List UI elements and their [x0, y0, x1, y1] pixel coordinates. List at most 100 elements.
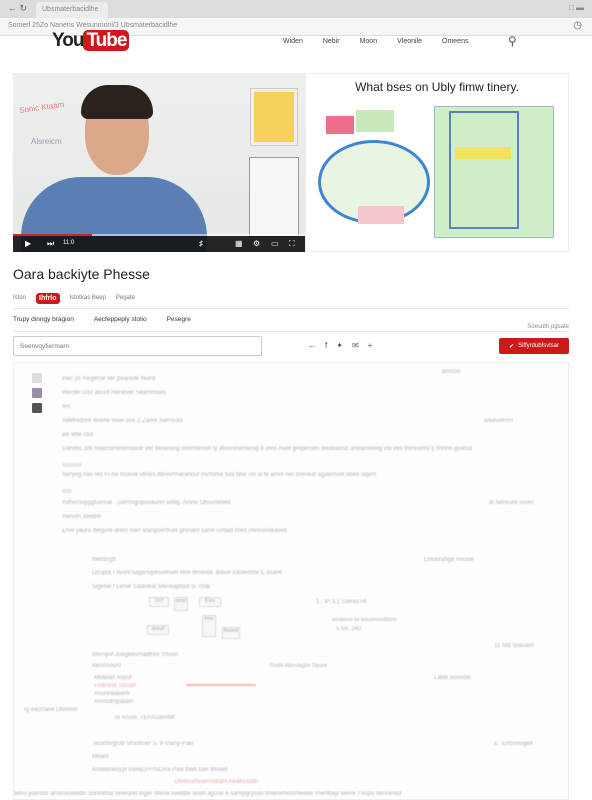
thread-meta: s.. Entreeugelr — [494, 741, 534, 747]
red-link[interactable]: Dfeesurtwaemfelahl Aeaesasbh — [174, 779, 258, 785]
plus-icon[interactable]: + — [368, 341, 373, 350]
share-icons: ← f ✦ ✉ + — [308, 341, 372, 350]
sketch-highlight — [455, 147, 511, 159]
channel-badge[interactable]: Ihfrlo — [36, 292, 60, 304]
thread-meta: Lalibi sosodte — [434, 675, 471, 681]
next-icon[interactable]: ⏭ — [47, 239, 54, 249]
presentation-slide: What bses on Ubly fimw tinery. — [305, 73, 569, 252]
facebook-icon[interactable]: f — [325, 341, 327, 350]
comment-text: Be wbe cluf — [62, 432, 94, 438]
email-icon[interactable]: ✉ — [352, 341, 359, 350]
player-row: Sonic Ktaam Alsreicm ▶ ⏭ 11:0 ♯ ▦ ⚙ ▭ ⛶ … — [13, 73, 569, 252]
nav-item[interactable]: Vleonile — [397, 38, 422, 45]
avatar[interactable] — [32, 373, 42, 383]
settings-icon[interactable]: ⚙ — [253, 239, 260, 248]
comment-text: Adherouyggfuesue - Derrmgnpuvaurer wifil… — [62, 500, 231, 506]
thread-line: Melwart Aspuf — [94, 675, 132, 681]
comment-line — [62, 463, 82, 467]
channel-row: Istoo Ihfrlo Istotkas Beep Pegate — [13, 289, 569, 307]
comment-line — [62, 489, 72, 493]
diagram-box: Ocf — [149, 597, 169, 607]
thread-line: Ocupot I dvoni'sagenvpesvilhuet rere ter… — [92, 570, 283, 576]
sketch-board-frame — [449, 111, 519, 229]
comment-text: inec (ls Regerse ver pearede lfkerd — [62, 376, 156, 382]
extension-timer-icon[interactable]: ◷ — [573, 20, 582, 31]
progress-bar[interactable] — [13, 234, 305, 236]
thread-line-red: Fotkrestl Sbuatr — [94, 683, 137, 689]
comment-meta: di Neresee uisec — [489, 500, 534, 506]
speaker-hair — [81, 85, 153, 119]
divider — [13, 308, 569, 309]
play-icon[interactable]: ▶ — [25, 239, 31, 248]
time-display: 11:0 — [63, 240, 75, 246]
top-navigation: Widen Nebir Moon Vleonile Omeens — [283, 38, 468, 45]
volume-icon[interactable]: ♯ — [199, 239, 203, 248]
youtube-logo[interactable]: You Tube — [52, 30, 130, 52]
formula: 1 ; IP 3.1 Saeau Hl — [316, 599, 367, 605]
browser-nav-icons[interactable]: ← ↻ — [8, 3, 27, 14]
address-bar-url[interactable]: Somerl 25Zo Nanens Wesunmonl/3 Ubsmaterb… — [8, 22, 177, 29]
channel-extra[interactable]: Pegate — [116, 295, 135, 301]
sketch-sticky-note — [358, 206, 404, 224]
fullscreen-icon[interactable]: ⛶ — [289, 239, 295, 249]
whiteboard-writing: Sonic Ktaam — [18, 99, 65, 116]
comment-meta: arkeurenm — [484, 418, 513, 424]
diagram-box: amis — [174, 597, 188, 611]
logo-you-text: You — [52, 30, 85, 51]
formula-note: amaleroe bs teaspenmdfamn — [332, 617, 397, 623]
youtube-page: You Tube Widen Nebir Moon Vleonile Omeens… — [0, 30, 592, 800]
subtab[interactable]: Trupy dinngy bragion — [13, 316, 74, 323]
video-player[interactable]: Sonic Ktaam Alsreicm ▶ ⏭ 11:0 ♯ ▦ ⚙ ▭ ⛶ — [13, 73, 305, 252]
thread-line: Teoxhfvgrob Vronhoer S. fl-Vlany-Pakl — [92, 741, 194, 747]
sketch-board — [434, 106, 554, 238]
thread-line: Sigelial / Lenie Salaneat Meneaplout si.… — [92, 584, 211, 590]
sketch-sticky-note — [326, 116, 354, 134]
comment-text: Wecter Osc avuof Henever Seammoes — [62, 390, 166, 396]
pinned-document — [249, 157, 299, 237]
browser-tab-title: Ubsmaterbacidlhe — [42, 6, 99, 13]
comment-text: Erve yaura diegure drenr nerr stangoerfr… — [62, 528, 288, 534]
thread-line: Mernpvl Juegeevmadfrex Ynoon — [92, 652, 179, 658]
back-arrow-icon[interactable]: ← — [308, 341, 316, 350]
subscribe-button[interactable]: ✔ Siffyrdubfsvlsar — [499, 338, 569, 354]
diagram-box: Esni — [199, 597, 221, 607]
whiteboard-writing: Alsreicm — [31, 137, 62, 146]
subscribe-icon: ✔ — [509, 343, 515, 350]
browser-tab-bar: ← ↻ Ubsmaterbacidlhe □ ▬ — [0, 0, 592, 18]
avatar[interactable] — [32, 403, 42, 413]
avatar[interactable] — [32, 388, 42, 398]
video-title: Oara backiyte Phesse — [13, 266, 150, 282]
thread-header: Wehtngh — [92, 557, 116, 563]
comment-search-input[interactable] — [13, 336, 262, 356]
reply-meta: Ig eacrrane Dhnreer — [24, 707, 78, 713]
thread-line: Anoreleaeerk — [94, 691, 130, 697]
subtabs: Trupy dinngy bragion Aecfeppeply stolio … — [13, 316, 191, 323]
nav-item[interactable]: Moon — [360, 38, 378, 45]
theater-icon[interactable]: ▭ — [271, 239, 279, 248]
user-account-icon[interactable]: ⚲ — [508, 34, 517, 48]
sketch-sticky-note — [356, 110, 394, 132]
twitter-icon[interactable]: ✦ — [336, 341, 343, 350]
comment-text: Renvtn Seeble — [62, 514, 102, 520]
diagram-box: Heu — [202, 615, 216, 637]
window-controls-icon[interactable]: □ ▬ — [569, 3, 584, 12]
subtab[interactable]: Aecfeppeply stolio — [94, 316, 147, 323]
nav-item[interactable]: Nebir — [323, 38, 340, 45]
browser-tab[interactable]: Ubsmaterbacidlhe — [36, 2, 108, 18]
comment-text: Ieri — [62, 404, 71, 410]
comment-text: Adetrvdore Wiehe howl ov8 Z.Zaerk Iserre… — [62, 418, 183, 424]
annotation-arrow — [186, 684, 256, 686]
nav-item[interactable]: Omeens — [442, 38, 468, 45]
report-link[interactable]: Soesnth pgsate — [527, 324, 569, 330]
thread-line: Meam — [92, 754, 109, 760]
captions-icon[interactable]: ▦ — [235, 239, 243, 248]
channel-prefix: Istoo — [13, 295, 27, 301]
formula-sub: s S6, 340 — [336, 626, 362, 632]
subtab[interactable]: Pesegre — [167, 316, 191, 323]
nav-item[interactable]: Widen — [283, 38, 303, 45]
yellow-note-frame — [251, 89, 297, 145]
thread-meta: 11 Sfd soasam — [494, 643, 534, 649]
subscribe-label: Siffyrdubfsvlsar — [518, 343, 559, 349]
reply-text: Te Ansle. TEFAGBRMI — [114, 715, 175, 721]
logo-tube-text: Tube — [83, 30, 130, 51]
